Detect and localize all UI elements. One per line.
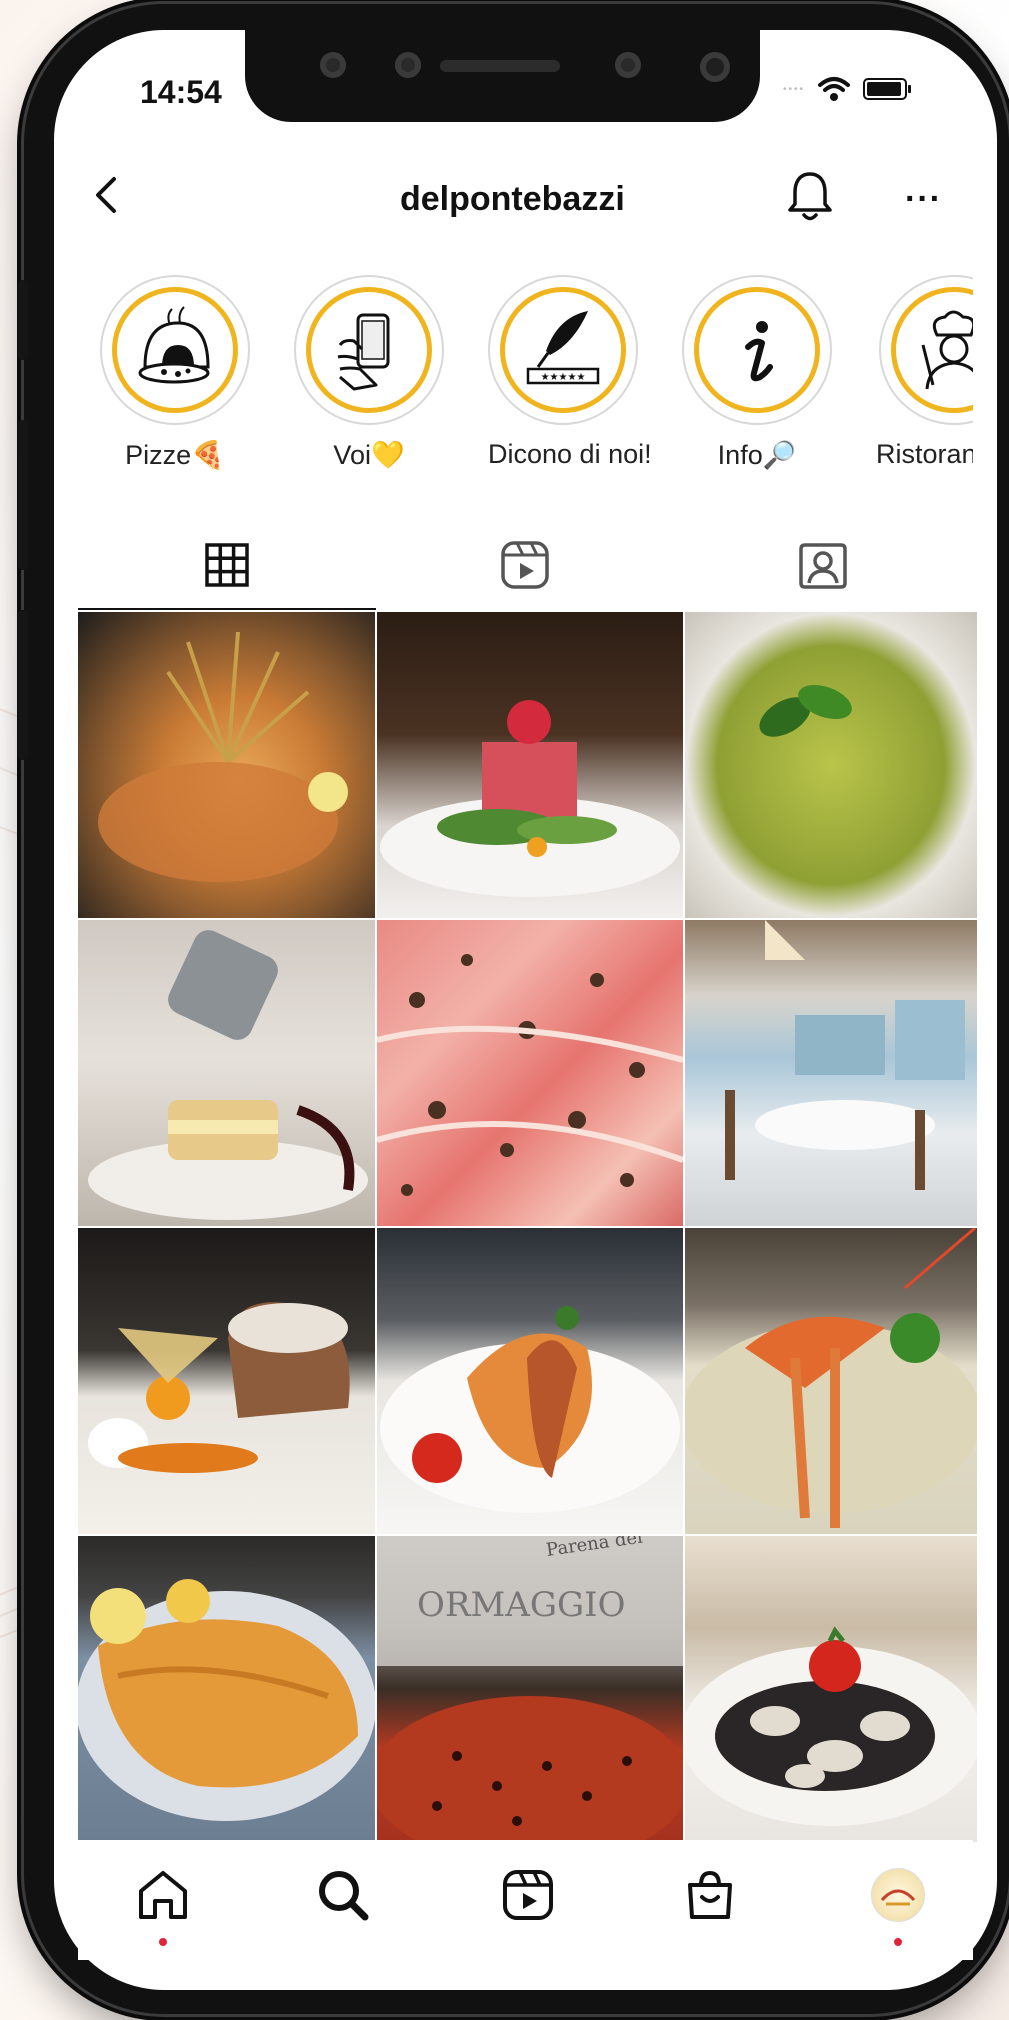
highlight-label: Voi💛 (333, 440, 405, 470)
silent-switch (18, 280, 28, 360)
home-notification-dot (159, 1938, 167, 1946)
tagged-person-icon (799, 543, 847, 589)
pizza-oven-icon (138, 306, 210, 384)
highlight-label: Ristoran (876, 439, 973, 469)
chef-icon (921, 310, 973, 390)
bell-icon[interactable] (785, 170, 835, 224)
logo-icon (880, 1889, 916, 1906)
posts-grid: Parena del ORMAGGIO (78, 612, 977, 1842)
nav-reels[interactable] (493, 1860, 563, 1930)
post-cotoletta[interactable] (78, 1536, 375, 1842)
status-time: 14:54 (140, 74, 222, 110)
status-icons: •••• (783, 76, 912, 102)
highlight-label: Dicono di noi! (488, 439, 652, 469)
info-icon (745, 321, 773, 382)
nav-home[interactable] (128, 1860, 198, 1930)
svg-text:★★★★★: ★★★★★ (541, 372, 586, 383)
post-risotto-scampi[interactable] (685, 1228, 977, 1534)
post-tortino[interactable] (78, 1228, 375, 1534)
shop-icon (688, 1870, 732, 1919)
volume-down-button (18, 610, 28, 760)
notch (245, 30, 760, 122)
post-pesto[interactable] (685, 612, 977, 918)
reels-icon (503, 1870, 553, 1920)
svg-text:ORMAGGIO: ORMAGGIO (417, 1585, 625, 1625)
post-fritto-misto[interactable] (78, 612, 375, 918)
post-pizza[interactable]: Parena del ORMAGGIO (377, 1536, 683, 1842)
quill-stars-icon: ★★★★★ (526, 311, 600, 385)
grid-icon (205, 543, 249, 587)
post-prosciutto[interactable] (377, 920, 683, 1226)
reels-icon (501, 541, 549, 589)
highlight-dicono-di-noi[interactable]: ★★★★★ Dicono di noi! (488, 275, 652, 470)
home-icon (139, 1871, 187, 1919)
tab-reels[interactable] (376, 520, 674, 610)
highlight-ristorante[interactable]: Ristoran (876, 275, 973, 470)
nav-shop[interactable] (675, 1860, 745, 1930)
bottom-nav (78, 1840, 973, 1960)
post-polpo[interactable] (377, 1228, 683, 1534)
post-millefoglie[interactable] (78, 920, 375, 1226)
profile-avatar (871, 1868, 925, 1922)
post-vongole[interactable] (685, 1536, 977, 1842)
highlight-voi[interactable]: Voi💛 (294, 275, 444, 471)
tab-posts-grid[interactable] (78, 520, 376, 610)
wifi-icon (818, 77, 851, 101)
highlight-pizze[interactable]: Pizze🍕 (100, 275, 250, 471)
highlight-info[interactable]: Info🔎 (682, 275, 832, 471)
back-button[interactable] (88, 175, 128, 215)
profile-username: delpontebazzi (400, 180, 625, 218)
post-tartare[interactable] (377, 612, 683, 918)
post-sala[interactable] (685, 920, 977, 1226)
highlight-label: Info🔎 (717, 440, 797, 470)
nav-search[interactable] (308, 1860, 378, 1930)
search-icon (319, 1871, 369, 1921)
battery-icon (863, 78, 912, 100)
phone-in-hand-icon (337, 313, 390, 391)
nav-profile[interactable] (863, 1860, 933, 1930)
highlight-label: Pizze🍕 (125, 440, 225, 470)
signal-icon: •••• (783, 83, 806, 95)
more-options-button[interactable]: ··· (905, 180, 942, 219)
tab-tagged[interactable] (674, 520, 972, 610)
profile-tabs (78, 520, 973, 610)
volume-up-button (18, 420, 28, 570)
profile-notification-dot (894, 1938, 902, 1946)
